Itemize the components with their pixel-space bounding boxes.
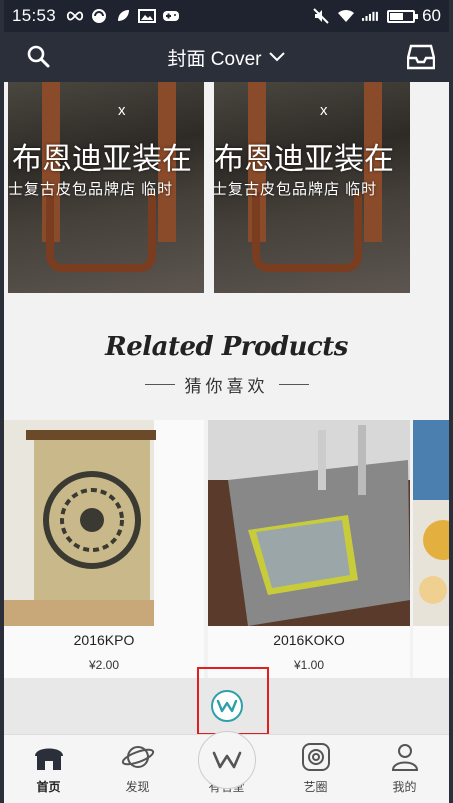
cover-selector[interactable]: 封面 Cover <box>168 44 286 71</box>
signal-icon <box>362 8 380 24</box>
image-icon <box>138 8 157 24</box>
banner-title: 布恩迪亚装在 <box>214 143 394 176</box>
tab-label: 首页 <box>36 780 61 794</box>
status-time: 15:53 <box>12 6 57 25</box>
bottom-tab-bar: 首页 发现 有名堂 艺圈 我的 <box>4 731 449 803</box>
leaf-app-icon <box>114 8 132 24</box>
banner-close-icon[interactable]: x <box>320 102 328 119</box>
related-products-header: Related Products 猜你喜欢 <box>4 332 449 397</box>
wifi-icon <box>337 8 355 24</box>
banner-title: 布恩迪亚装在 <box>12 143 192 176</box>
tab-label: 发现 <box>125 780 150 794</box>
status-bar: 15:53 60 <box>4 0 449 32</box>
tab-label: 我的 <box>392 780 417 794</box>
product-image <box>413 420 449 626</box>
fingerprint-icon <box>299 740 333 774</box>
home-icon <box>32 740 66 774</box>
tab-youmingtang[interactable]: 有名堂 <box>182 731 271 803</box>
app-frame: 15:53 60 封面 Cover x 布恩迪亚装在 士复古皮包品牌店 临时 x… <box>4 0 449 803</box>
banner-close-icon[interactable]: x <box>118 102 126 119</box>
tab-art-circle[interactable]: 艺圈 <box>271 735 360 803</box>
inbox-icon[interactable] <box>406 44 436 70</box>
chevron-down-icon <box>269 46 286 68</box>
product-image <box>208 420 410 626</box>
top-header: 封面 Cover <box>4 32 449 82</box>
battery-fill <box>390 12 404 20</box>
banner-card[interactable]: x 布恩迪亚装在 士复古皮包品牌店 临时 <box>8 82 204 293</box>
battery-level: 60 <box>422 6 441 25</box>
tab-label: 艺圈 <box>303 780 328 794</box>
product-list: 2016KPO ¥2.00 2016KOKO ¥1.00 <box>4 420 449 678</box>
related-subtitle: 猜你喜欢 <box>4 372 449 397</box>
tab-discover[interactable]: 发现 <box>93 735 182 803</box>
search-icon[interactable] <box>26 44 52 70</box>
banner-card[interactable]: x 布恩迪亚装在 士复古皮包品牌店 临时 <box>214 82 410 293</box>
center-button[interactable] <box>197 731 256 789</box>
product-name: 2016KPO <box>73 632 135 648</box>
main-content: x 布恩迪亚装在 士复古皮包品牌店 临时 x 布恩迪亚装在 士复古皮包品牌店 临… <box>4 82 449 678</box>
infinity-icon <box>66 8 84 24</box>
sync-app-icon <box>90 8 108 24</box>
mute-icon <box>312 8 330 24</box>
product-card[interactable]: 2016KOKO ¥1.00 <box>208 420 410 678</box>
tab-home[interactable]: 首页 <box>4 735 93 803</box>
highlight-box <box>197 667 269 735</box>
product-card[interactable] <box>413 420 449 678</box>
tab-profile[interactable]: 我的 <box>360 735 449 803</box>
planet-icon <box>121 740 155 774</box>
related-title: Related Products <box>105 332 348 362</box>
battery-icon <box>387 9 419 23</box>
banner-subtitle: 士复古皮包品牌店 临时 <box>214 181 378 198</box>
product-price: ¥2.00 <box>88 658 120 672</box>
user-icon <box>388 740 422 774</box>
product-card[interactable]: 2016KPO ¥2.00 <box>4 420 204 678</box>
banner-subtitle: 士复古皮包品牌店 临时 <box>8 181 174 198</box>
related-subtitle-text: 猜你喜欢 <box>184 377 269 396</box>
product-image <box>4 420 204 626</box>
product-name: 2016KOKO <box>273 632 345 648</box>
gamepad-icon <box>162 8 180 24</box>
page-title: 封面 Cover <box>167 48 262 70</box>
